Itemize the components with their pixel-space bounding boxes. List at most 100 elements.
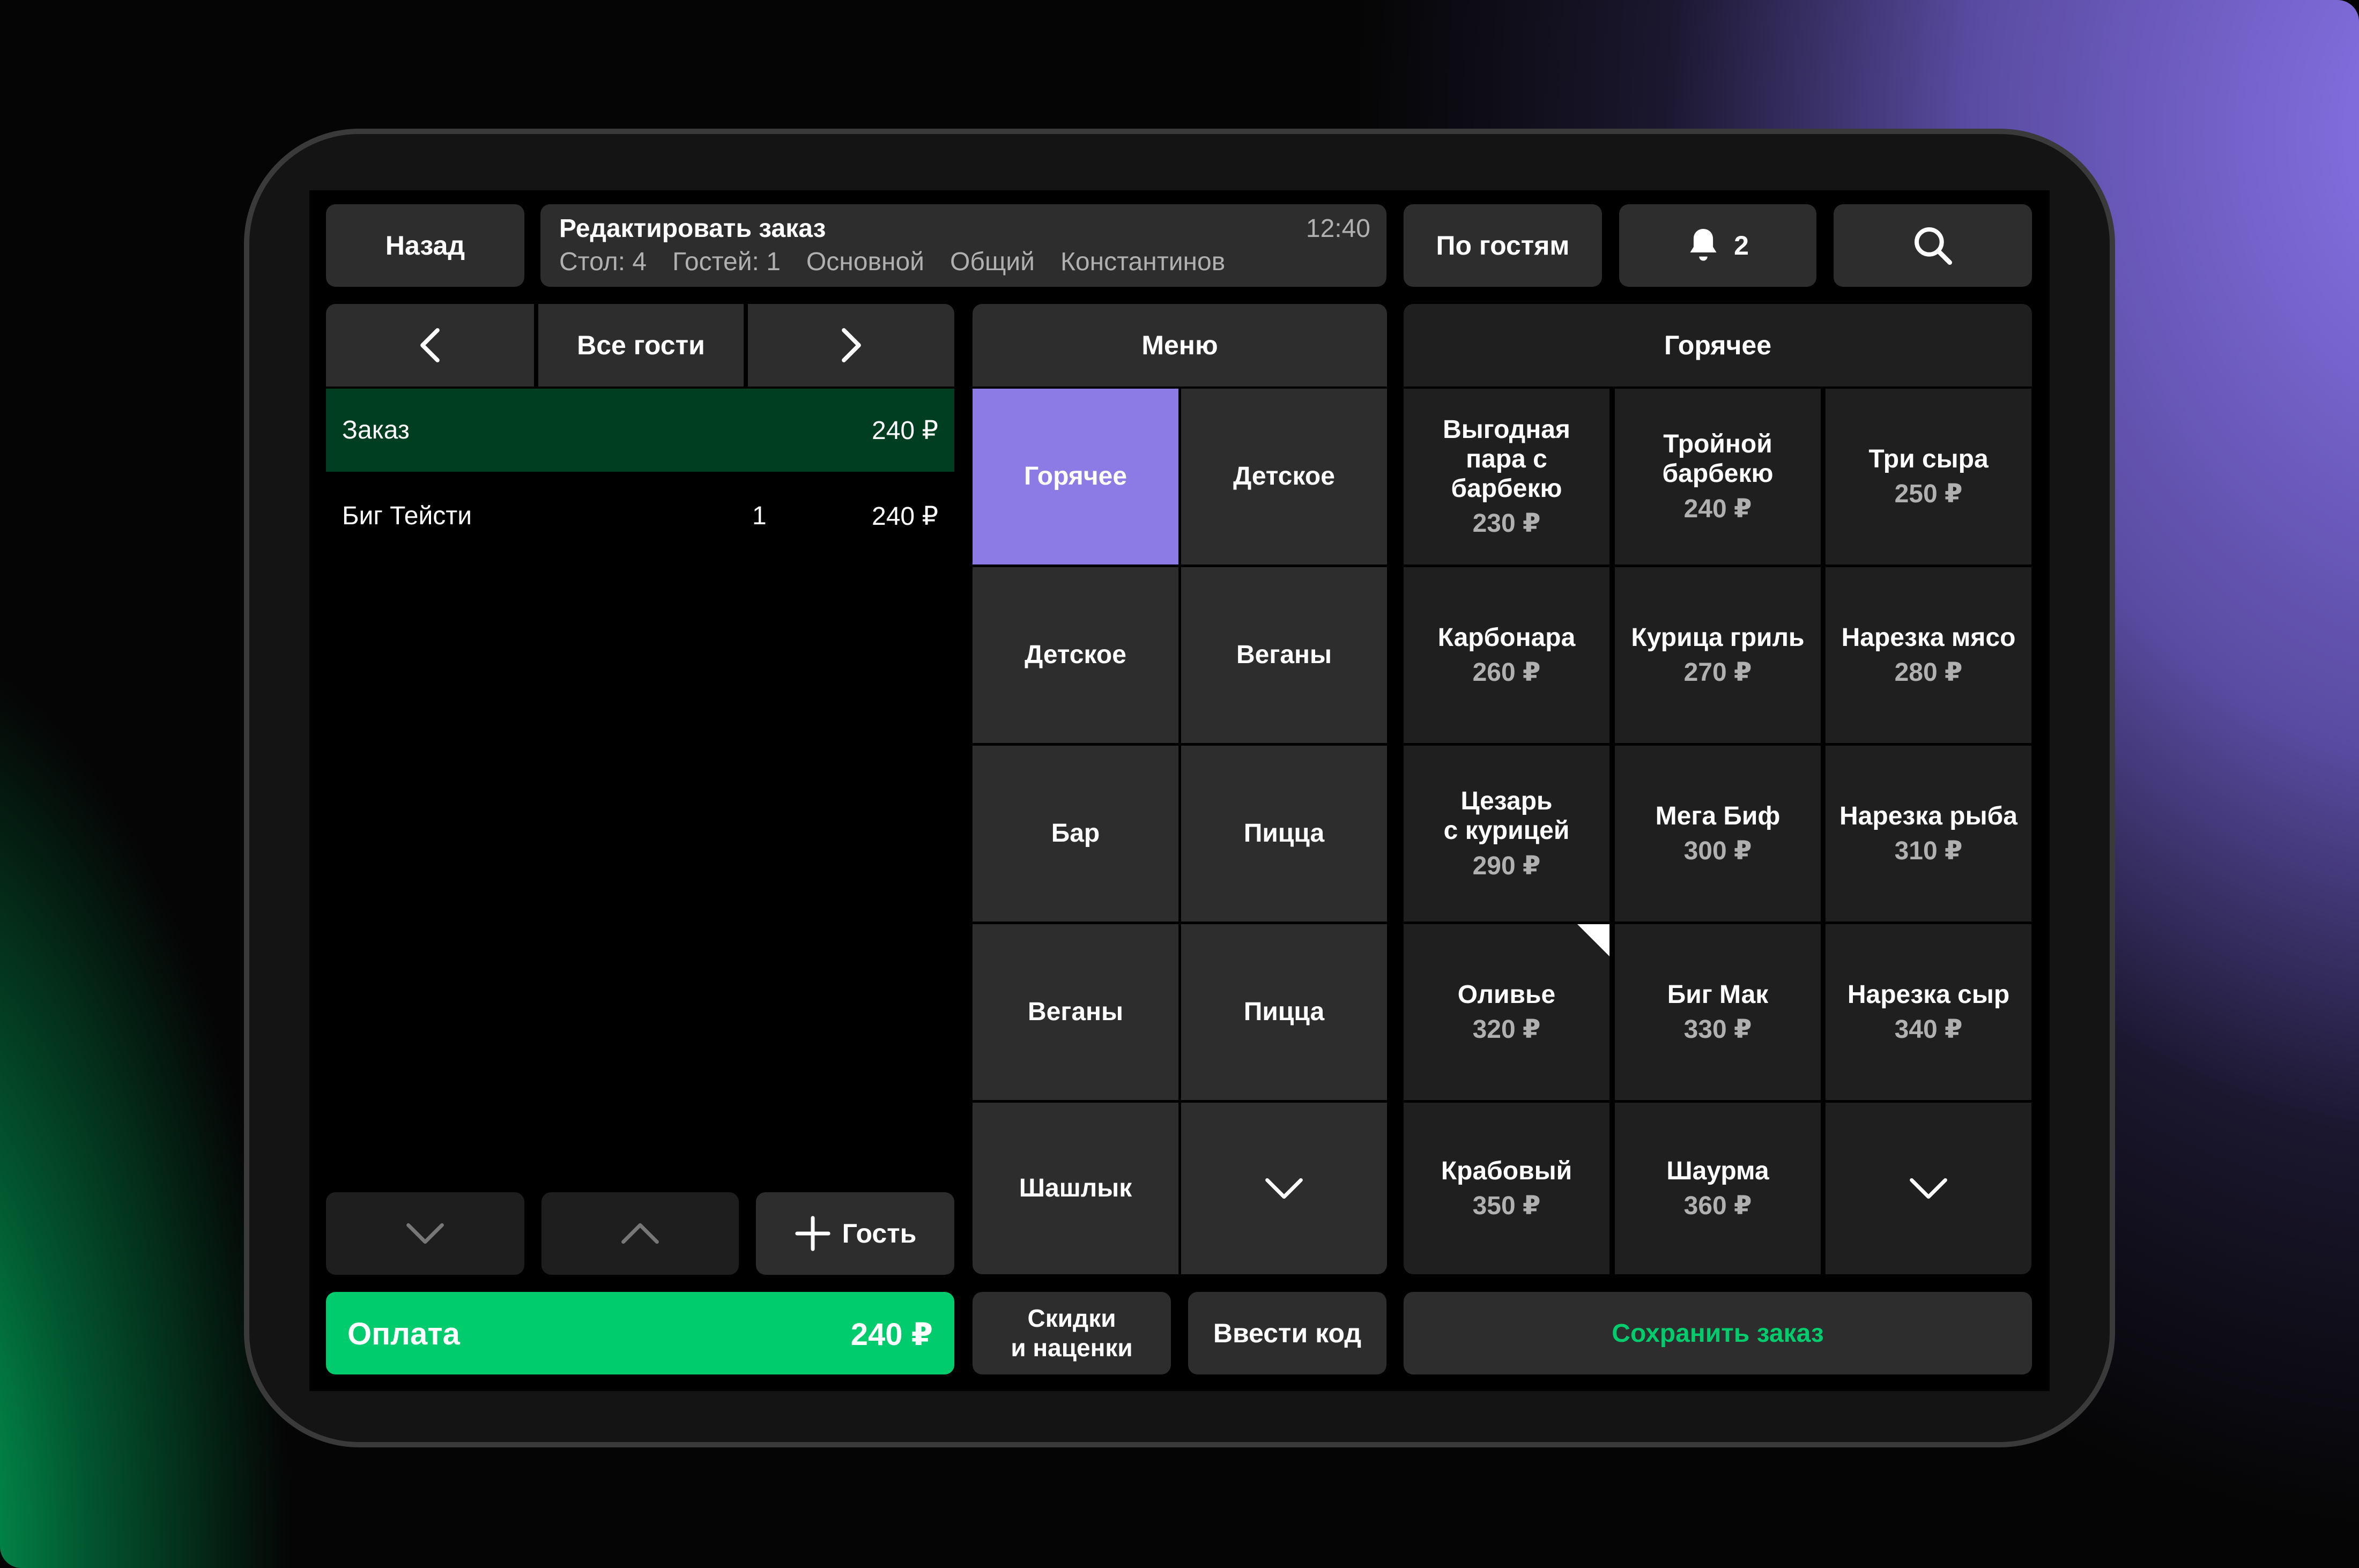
dish-tile[interactable]: Три сыра 250 ₽ [1826,389,2031,564]
payment-total: 240 ₽ [850,1317,933,1352]
dish-tile[interactable]: Нарезка рыба 310 ₽ [1826,746,2031,922]
dish-price: 280 ₽ [1894,658,1963,687]
dish-price: 250 ₽ [1894,480,1963,508]
dish-name: Нарезка сыр [1847,980,2010,1009]
category-tile-shashlik[interactable]: Шашлык [973,1103,1178,1274]
payment-label: Оплата [347,1317,460,1351]
category-label: Шашлык [1019,1174,1132,1203]
category-tile-kids[interactable]: Детское [1181,389,1387,564]
discounts-line1: Скидки [1027,1304,1116,1332]
add-guest-button[interactable]: Гость [756,1192,954,1275]
scroll-down-button[interactable] [326,1192,524,1275]
save-order-button[interactable]: Сохранить заказ [1404,1292,2032,1374]
dish-name: Оливье [1457,980,1556,1009]
category-label: Пицца [1243,819,1325,848]
category-label: Веганы [1027,998,1124,1027]
dish-tile[interactable]: Биг Мак 330 ₽ [1615,924,1821,1100]
dish-name: Три сыра [1868,444,1989,473]
dish-tile[interactable]: Крабовый 350 ₽ [1404,1103,1609,1274]
dish-name: с курицей [1443,816,1570,845]
back-button[interactable]: Назад [326,204,524,287]
dish-tile[interactable]: Мега Биф 300 ₽ [1615,746,1821,922]
chevron-left-icon [420,328,440,362]
dish-tile[interactable]: Тройной барбекю 240 ₽ [1615,389,1821,564]
dish-name: Крабовый [1441,1156,1572,1185]
dish-price: 290 ₽ [1472,851,1541,880]
by-guests-button[interactable]: По гостям [1404,204,1602,287]
dish-price: 270 ₽ [1683,658,1752,687]
chevron-up-icon [621,1223,659,1244]
dish-name: Цезарь [1460,787,1553,816]
add-guest-label: Гость [842,1218,917,1249]
selected-corner-marker [1577,924,1609,956]
category-label: Веганы [1236,641,1332,670]
category-more-button[interactable] [1181,1103,1387,1274]
dish-name: Мега Биф [1655,801,1781,830]
category-label: Горячее [1023,462,1127,491]
dish-tile[interactable]: Нарезка мясо 280 ₽ [1826,567,2031,743]
dish-name: Тройной [1663,430,1772,459]
guest-selector[interactable]: Все гости [538,304,744,387]
discounts-button[interactable]: Скидки и наценки [973,1292,1171,1374]
dish-tile[interactable]: Оливье 320 ₽ [1404,924,1609,1100]
prev-guest-button[interactable] [326,304,534,387]
chevron-down-icon [406,1223,444,1244]
payment-button[interactable]: Оплата 240 ₽ [326,1292,954,1374]
waiter-name: Константинов [1060,248,1226,276]
dish-price: 300 ₽ [1683,837,1752,865]
enter-code-button[interactable]: Ввести код [1188,1292,1386,1374]
order-total: 240 ₽ [872,417,938,445]
category-tile-vegan[interactable]: Веганы [1181,567,1387,743]
next-guest-button[interactable] [748,304,954,387]
dish-name: Нарезка мясо [1841,623,2016,652]
search-button[interactable] [1834,204,2032,287]
order-meta: Стол: 4 Гостей: 1 Основной Общий Констан… [559,247,1225,277]
dish-name: Шаурма [1666,1156,1769,1185]
category-label: Детское [1025,641,1126,670]
search-icon [1915,227,1952,265]
dish-tile[interactable]: Курица гриль 270 ₽ [1615,567,1821,743]
dish-tile[interactable]: Карбонара 260 ₽ [1404,567,1609,743]
plus-icon [795,1216,830,1251]
dish-name: Курица гриль [1631,623,1805,652]
dishes-more-button[interactable] [1826,1103,2031,1274]
notifications-count: 2 [1734,231,1749,261]
dish-price: 240 ₽ [1683,494,1752,523]
dish-price: 350 ₽ [1472,1192,1541,1220]
dish-name: Выгодная [1443,415,1570,444]
menu-header: Меню [973,304,1387,387]
table-number: Стол: 4 [559,248,647,276]
dish-price: 340 ₽ [1894,1015,1963,1044]
notifications-button[interactable]: 2 [1619,204,1816,287]
category-tile-pizza[interactable]: Пицца [1181,924,1387,1100]
dish-name: пара с [1466,444,1547,473]
dish-price: 230 ₽ [1472,509,1541,538]
order-type: Основной [806,248,924,276]
list-item[interactable]: Биг Тейсти 1 240 ₽ [326,474,954,558]
category-tile-vegan[interactable]: Веганы [973,924,1178,1100]
category-tile-hot[interactable]: Горячее [973,389,1178,564]
dish-price: 330 ₽ [1683,1015,1752,1044]
dishes-header: Горячее [1404,304,2032,387]
dish-price: 320 ₽ [1472,1015,1541,1044]
dish-name: барбекю [1662,459,1774,488]
chevron-down-icon [1265,1178,1303,1199]
order-row[interactable]: Заказ 240 ₽ [326,389,954,472]
dish-tile[interactable]: Шаурма 360 ₽ [1615,1103,1821,1274]
category-tile-bar[interactable]: Бар [973,746,1178,922]
order-label: Заказ [342,416,410,444]
time-label: 12:40 [1305,214,1370,243]
dish-tile[interactable]: Нарезка сыр 340 ₽ [1826,924,2031,1100]
dish-price: 310 ₽ [1894,837,1963,865]
scroll-up-button[interactable] [541,1192,739,1275]
guest-count: Гостей: 1 [672,248,781,276]
dish-name: Биг Мак [1667,980,1769,1009]
category-tile-kids[interactable]: Детское [973,567,1178,743]
page-title: Редактировать заказ [559,214,826,243]
dish-tile[interactable]: Выгодная пара с барбекю 230 ₽ [1404,389,1609,564]
save-order-label: Сохранить заказ [1612,1319,1824,1348]
category-tile-pizza[interactable]: Пицца [1181,746,1387,922]
dish-tile[interactable]: Цезарь с курицей 290 ₽ [1404,746,1609,922]
dish-price: 360 ₽ [1683,1192,1752,1220]
dish-name: Карбонара [1437,623,1576,652]
